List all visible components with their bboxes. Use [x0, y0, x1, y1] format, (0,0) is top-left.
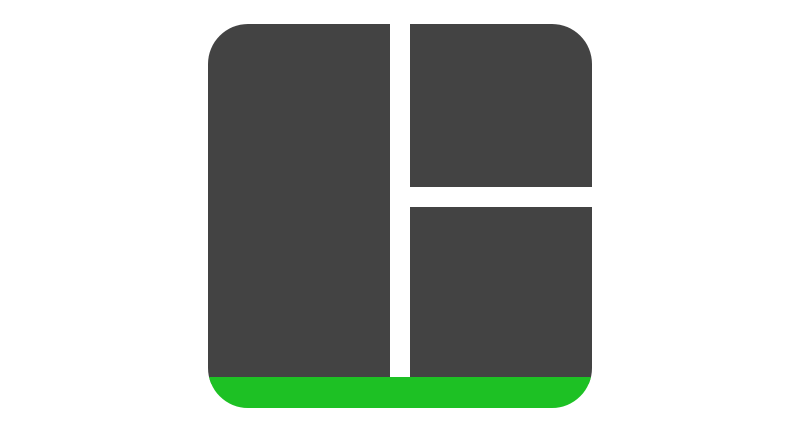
top-right-panel: [410, 24, 592, 187]
accent-bar: [208, 377, 592, 408]
split-layout-icon: [208, 24, 592, 408]
left-panel: [208, 24, 390, 384]
bottom-right-panel: [410, 207, 592, 384]
logo-canvas: [208, 24, 592, 408]
